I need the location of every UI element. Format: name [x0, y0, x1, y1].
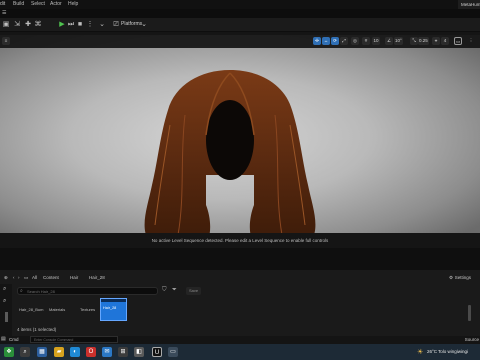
platforms-icon[interactable]: ⎚	[112, 21, 120, 29]
console-placeholder: Enter Console Command	[34, 338, 74, 342]
opera-icon[interactable]: O	[86, 347, 96, 357]
save-search-icon[interactable]: ⛉	[162, 287, 167, 294]
window-title-tab[interactable]: MetaHuman	[458, 0, 480, 9]
content-browser-pathbar: ⊕ ‹ › ▭ All Content Hair Hair_28 ⚙ Setti…	[0, 273, 480, 284]
source-control-button[interactable]: Source	[465, 337, 479, 342]
content-icon[interactable]: ✚	[24, 21, 32, 29]
menu-build[interactable]: Build	[13, 1, 24, 7]
breadcrumb-all[interactable]: All	[32, 275, 37, 280]
camera-speed-value[interactable]: 4	[441, 37, 449, 45]
search-taskbar-icon[interactable]: ⌕	[20, 347, 30, 357]
platforms-chevron-icon[interactable]: ⌄	[140, 21, 148, 29]
sidebar-scrollbar[interactable]	[5, 312, 8, 322]
weather-icon: ☀	[417, 349, 424, 356]
asset-folder-row: Hair_28_Bum Materials Textures	[17, 307, 107, 315]
start-icon[interactable]: ❖	[4, 347, 14, 357]
content-drawer-icon[interactable]: ▤	[1, 336, 6, 342]
window-icon[interactable]: ▭	[168, 347, 178, 357]
step-icon[interactable]: ⏭	[67, 21, 75, 29]
chevron-down-icon[interactable]: ⌄	[98, 21, 106, 29]
rotate-snap-icon[interactable]: ∠	[385, 37, 393, 45]
filter-icon[interactable]: ⏷	[172, 287, 177, 294]
console-type-button[interactable]: Cmd	[9, 337, 19, 342]
more-play-options-icon[interactable]: ⋮	[86, 21, 94, 29]
menu-help[interactable]: Help	[68, 1, 78, 7]
os-taskbar: ❖ ⌕ ▦ ▰ ◐ O ✉ ⊞ ◧ U ▭ ☀ 26°C Tolo wingiw…	[0, 344, 480, 360]
breadcrumb-hair[interactable]: Hair	[70, 275, 78, 280]
content-browser-scrollbar[interactable]	[468, 305, 471, 321]
asset-search-input[interactable]: ⌕ Search Hair_28	[17, 287, 158, 295]
level-viewport[interactable]: ≡ ✣ ↔ ⟳ ⤢ ◎ # 10 ∠ 10° ⤡ 0.25 ⌖ 4 ▭ ⋮ No…	[0, 35, 480, 248]
move-icon[interactable]: ↔	[322, 37, 330, 45]
gear-icon[interactable]: ⚙	[449, 275, 453, 281]
mode-select-icon[interactable]: ⇲	[13, 21, 21, 29]
unreal-engine-icon[interactable]: U	[152, 347, 162, 357]
store-icon[interactable]: ⊞	[118, 347, 128, 357]
grid-snap-value[interactable]: 10	[372, 37, 380, 45]
folder-hair-28-bum[interactable]: Hair_28_Bum	[19, 307, 43, 312]
sequence-warning-text: No active Level Sequence detected. Pleas…	[151, 238, 329, 243]
main-toolbar: ▣ ⇲ ✚ ⌘ ▶ ⏭ ■ ⋮ ⌄ ⎚ Platforms ⌄	[0, 18, 480, 32]
mail-icon[interactable]: ✉	[102, 347, 112, 357]
add-icon[interactable]: ⊕	[4, 275, 8, 281]
search-placeholder: Search Hair_28	[27, 289, 55, 294]
window-menu-icon[interactable]: ☰	[2, 10, 6, 16]
scale-icon[interactable]: ⤢	[340, 37, 348, 45]
blueprint-icon[interactable]: ⌘	[34, 21, 42, 29]
folder-textures[interactable]: Textures	[80, 307, 95, 312]
console-command-input[interactable]: Enter Console Command	[30, 336, 118, 343]
back-icon[interactable]: ‹	[13, 275, 15, 280]
status-bar: ▤ Cmd Enter Console Command Source	[0, 336, 480, 344]
world-local-icon[interactable]: ◎	[351, 37, 359, 45]
folder-materials[interactable]: Materials	[49, 307, 65, 312]
viewport-message-bar: No active Level Sequence detected. Pleas…	[0, 233, 480, 248]
menu-bar: dit Build Select Actor Help MetaHuman	[0, 0, 480, 9]
scale-snap-icon[interactable]: ⤡	[410, 37, 418, 45]
viewport-options-icon[interactable]: ⋮	[467, 37, 475, 45]
weather-temperature: 26°C	[427, 349, 438, 354]
play-icon[interactable]: ▶	[58, 21, 66, 29]
breadcrumb-content[interactable]: Content	[43, 275, 59, 280]
asset-type-strip	[101, 299, 126, 302]
collections-search-icon[interactable]: ⌕	[3, 298, 6, 305]
menu-actor[interactable]: Actor	[50, 1, 62, 7]
panel-separator	[0, 248, 480, 270]
stop-icon[interactable]: ■	[76, 21, 84, 29]
select-mode-icon[interactable]: ✣	[313, 37, 321, 45]
app-icon[interactable]: ◧	[134, 347, 144, 357]
viewport-menu-icon[interactable]: ≡	[2, 37, 10, 45]
search-icon[interactable]: ⌕	[3, 286, 6, 293]
rotate-icon[interactable]: ⟳	[331, 37, 339, 45]
forward-icon[interactable]: ›	[18, 275, 20, 280]
settings-button[interactable]: Settings	[455, 275, 471, 280]
menu-edit[interactable]: dit	[0, 1, 5, 7]
edge-icon[interactable]: ◐	[70, 347, 80, 357]
save-icon[interactable]: ▣	[2, 21, 10, 29]
viewport-toolbar: ≡ ✣ ↔ ⟳ ⤢ ◎ # 10 ∠ 10° ⤡ 0.25 ⌖ 4 ▭ ⋮	[0, 35, 480, 48]
item-count: 4 items (1 selected)	[17, 327, 57, 332]
menu-select[interactable]: Select	[31, 1, 45, 7]
hair-groom-model[interactable]	[130, 65, 330, 248]
content-browser: ⊕ ‹ › ▭ All Content Hair Hair_28 ⚙ Setti…	[0, 270, 480, 340]
grid-snap-icon[interactable]: #	[362, 37, 370, 45]
platforms-button[interactable]: Platforms	[121, 21, 142, 27]
tab-row: ☰	[0, 9, 480, 18]
camera-speed-icon[interactable]: ⌖	[432, 37, 440, 45]
weather-description: Tolo wingiwingi	[438, 349, 469, 354]
content-browser-sidebar: ⌕ ⌕	[0, 284, 12, 340]
rotate-snap-value[interactable]: 10°	[394, 37, 403, 45]
maximize-viewport-icon[interactable]: ▭	[454, 37, 463, 45]
search-field-icon: ⌕	[20, 288, 23, 294]
save-button[interactable]: Save	[186, 287, 201, 295]
file-explorer-icon[interactable]: ▰	[54, 347, 64, 357]
task-view-icon[interactable]: ▦	[37, 347, 47, 357]
selected-asset-tile[interactable]: Hair_28	[100, 298, 127, 321]
folder-icon: ▭	[24, 275, 29, 280]
breadcrumb-hair-28[interactable]: Hair_28	[89, 275, 105, 280]
scale-snap-value[interactable]: 0.25	[418, 37, 429, 45]
asset-name: Hair_28	[103, 306, 117, 310]
